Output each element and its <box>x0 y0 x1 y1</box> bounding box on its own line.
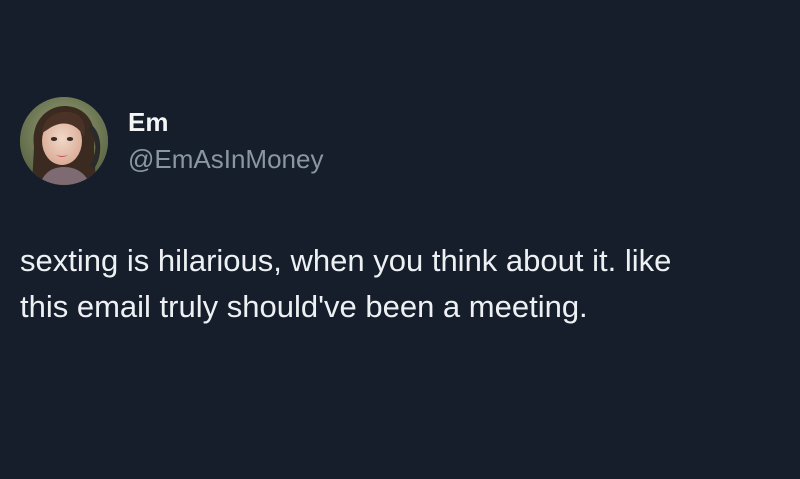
avatar[interactable] <box>20 97 108 185</box>
profile-photo-icon <box>20 97 108 185</box>
author-handle[interactable]: @EmAsInMoney <box>128 143 323 175</box>
tweet-text-line: sexting is hilarious, when you think abo… <box>20 243 672 278</box>
author-name[interactable]: Em <box>128 106 168 138</box>
tweet-card: Em @EmAsInMoney sexting is hilarious, wh… <box>0 0 800 479</box>
tweet-text: sexting is hilarious, when you think abo… <box>20 238 780 330</box>
tweet-text-line: this email truly should've been a meetin… <box>20 289 588 324</box>
